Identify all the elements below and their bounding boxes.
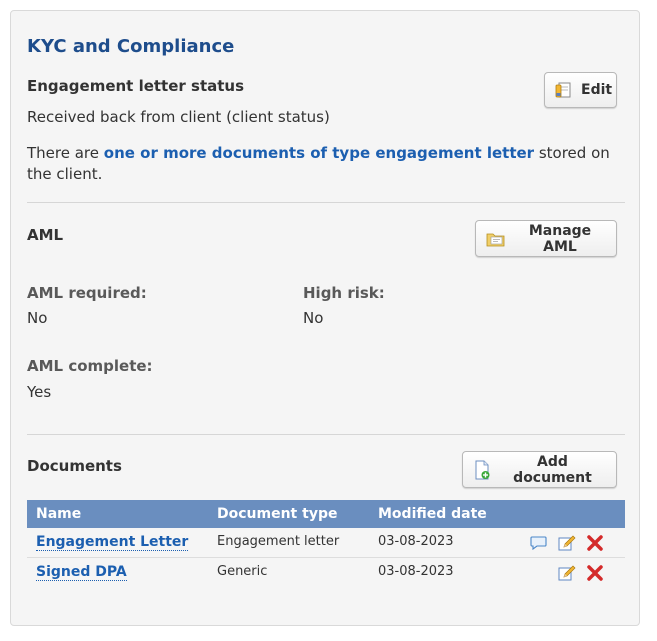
engagement-docs-link[interactable]: one or more documents of type engagement… <box>104 144 534 162</box>
engagement-docs-prefix: There are <box>27 144 104 162</box>
high-risk-label: High risk: <box>303 284 385 302</box>
speech-bubble-icon[interactable] <box>530 534 548 552</box>
manage-aml-button[interactable]: Manage AML <box>475 220 617 257</box>
pencil-icon[interactable] <box>558 564 576 582</box>
table-header: Name Document type Modified date <box>27 500 625 528</box>
document-type: Generic <box>217 564 268 579</box>
document-add-icon <box>475 460 490 479</box>
section-divider <box>27 434 625 435</box>
document-modified-date: 03-08-2023 <box>378 564 454 579</box>
aml-required-value: No <box>27 309 48 327</box>
engagement-heading: Engagement letter status <box>27 77 245 95</box>
edit-button-label: Edit <box>581 82 613 98</box>
edit-button[interactable]: Edit <box>544 72 617 108</box>
table-row: Signed DPA Generic 03-08-2023 <box>27 558 625 587</box>
aml-complete-label: AML complete: <box>27 357 153 375</box>
document-name-link[interactable]: Engagement Letter <box>36 534 189 551</box>
red-x-icon[interactable] <box>586 534 604 552</box>
high-risk-value: No <box>303 309 324 327</box>
add-document-button-label: Add document <box>513 453 592 486</box>
document-modified-date: 03-08-2023 <box>378 534 454 549</box>
documents-table: Name Document type Modified date Engagem… <box>27 500 625 587</box>
documents-heading: Documents <box>27 457 122 475</box>
add-document-button[interactable]: Add document <box>462 451 617 488</box>
folder-check-icon <box>486 233 505 246</box>
document-type: Engagement letter <box>217 534 340 549</box>
column-header-name: Name <box>36 506 82 522</box>
red-x-icon[interactable] <box>586 564 604 582</box>
section-divider <box>27 202 625 203</box>
manage-aml-button-label: Manage AML <box>528 222 592 255</box>
column-header-document-type: Document type <box>217 506 338 522</box>
table-row: Engagement Letter Engagement letter 03-0… <box>27 528 625 558</box>
pencil-icon[interactable] <box>558 534 576 552</box>
engagement-status-text: Received back from client (client status… <box>27 108 330 126</box>
document-name-link[interactable]: Signed DPA <box>36 564 127 581</box>
engagement-docs-text: There are one or more documents of type … <box>27 143 617 185</box>
aml-complete-value: Yes <box>27 383 52 401</box>
aml-heading: AML <box>27 226 64 244</box>
panel-title: KYC and Compliance <box>27 36 235 57</box>
document-pencil-icon <box>555 82 571 98</box>
aml-required-label: AML required: <box>27 284 147 302</box>
kyc-compliance-panel: KYC and Compliance Engagement letter sta… <box>10 10 640 626</box>
column-header-modified-date: Modified date <box>378 506 487 522</box>
